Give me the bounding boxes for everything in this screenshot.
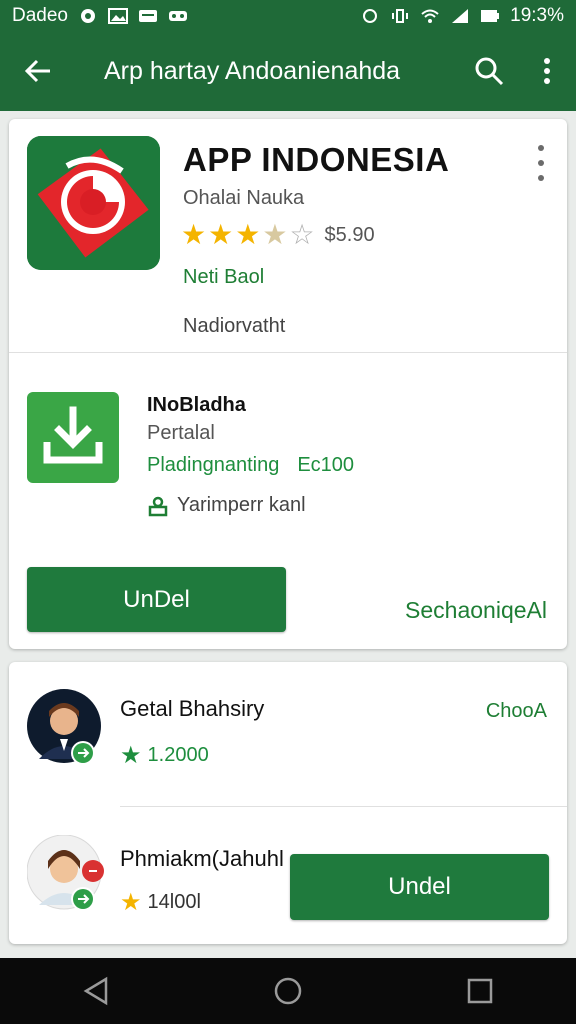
star-half-icon: ★ bbox=[262, 219, 288, 250]
uninstall-button[interactable]: UnDel bbox=[27, 567, 286, 632]
star-icon: ★ bbox=[120, 889, 142, 916]
item-name[interactable]: Phmiakm(Jahuhl bbox=[120, 846, 284, 872]
search-icon bbox=[475, 57, 504, 86]
secondary-action-link[interactable]: SechaoniqeAl bbox=[405, 597, 547, 624]
category-tag[interactable]: Neti Baol bbox=[183, 266, 264, 289]
vibrate-icon bbox=[392, 8, 409, 23]
item-rating: ★ 14l00l bbox=[120, 888, 201, 917]
item-action-link[interactable]: ChooA bbox=[486, 700, 547, 723]
download-icon bbox=[43, 406, 103, 464]
clock: 19:3% bbox=[510, 4, 564, 26]
person-avatar-icon bbox=[27, 689, 101, 765]
alarm-icon bbox=[363, 8, 378, 23]
status-bar: Dadeo 19:3% bbox=[0, 0, 576, 31]
app-name: APP INDONESIA bbox=[183, 141, 450, 178]
developer-name[interactable]: Ohalai Nauka bbox=[183, 187, 304, 210]
item-name[interactable]: Getal Bhahsiry bbox=[120, 696, 264, 722]
gamepad-icon bbox=[169, 10, 187, 21]
star-full-icon: ★ bbox=[181, 219, 207, 250]
signal-icon bbox=[452, 8, 469, 23]
nav-recents-button[interactable] bbox=[450, 961, 510, 1021]
battery-icon bbox=[481, 9, 500, 22]
related-list-card: Getal Bhahsiry ★ 1.2000 ChooA Phmiakm(Ja… bbox=[9, 662, 567, 944]
avatar[interactable] bbox=[27, 689, 101, 765]
triangle-back-icon bbox=[83, 976, 108, 1006]
app-bar: Arp hartay Andoanienahda bbox=[0, 31, 576, 111]
progress-label: Pladingnanting bbox=[147, 454, 280, 476]
rating-row: ★ ★ ★ ★ ☆ $5.90 bbox=[181, 220, 375, 250]
download-tile[interactable] bbox=[27, 392, 119, 483]
card-more-icon[interactable] bbox=[531, 145, 551, 181]
star-empty-icon: ☆ bbox=[289, 219, 315, 250]
app-detail-card: APP INDONESIA Ohalai Nauka ★ ★ ★ ★ ☆ $5.… bbox=[9, 119, 567, 649]
permission-row[interactable]: Yarimperr kanl bbox=[147, 494, 306, 517]
download-progress: Pladingnanting Ec100 bbox=[147, 454, 354, 477]
user-lock-icon bbox=[148, 496, 168, 516]
avatar[interactable] bbox=[26, 834, 104, 911]
star-full-icon: ★ bbox=[208, 219, 234, 250]
divider bbox=[120, 806, 567, 807]
rating-value: 1.2000 bbox=[147, 744, 209, 766]
overflow-menu-button[interactable] bbox=[518, 31, 576, 111]
nav-home-button[interactable] bbox=[258, 961, 318, 1021]
divider bbox=[9, 352, 567, 353]
more-vertical-icon bbox=[544, 58, 550, 84]
star-full-icon: ★ bbox=[235, 219, 261, 250]
progress-value: Ec100 bbox=[297, 454, 355, 476]
download-title: INoBladha bbox=[147, 394, 246, 416]
item-rating: ★ 1.2000 bbox=[120, 741, 209, 770]
notification-icon bbox=[81, 8, 95, 23]
circle-home-icon bbox=[274, 977, 302, 1005]
person-avatar-icon bbox=[26, 834, 104, 911]
content-note: Nadiorvatht bbox=[183, 315, 286, 337]
search-button[interactable] bbox=[460, 31, 518, 111]
app-logo-icon bbox=[27, 136, 160, 270]
arrow-left-icon bbox=[24, 59, 50, 83]
wifi-icon bbox=[421, 9, 439, 23]
system-nav-bar bbox=[0, 958, 576, 1024]
app-logo[interactable] bbox=[27, 136, 160, 270]
rating-value: 14l00l bbox=[147, 891, 201, 913]
square-recents-icon bbox=[467, 978, 493, 1004]
price: $5.90 bbox=[324, 223, 375, 246]
image-icon bbox=[108, 7, 128, 24]
permission-text: Yarimperr kanl bbox=[177, 494, 306, 516]
download-subtitle: Pertalal bbox=[147, 422, 215, 444]
star-icon: ★ bbox=[120, 742, 142, 769]
nav-back-button[interactable] bbox=[66, 961, 126, 1021]
install-button[interactable]: Undel bbox=[290, 854, 549, 920]
message-icon bbox=[139, 9, 157, 22]
carrier-label: Dadeo bbox=[12, 4, 68, 26]
back-button[interactable] bbox=[0, 31, 76, 111]
app-bar-title: Arp hartay Andoanienahda bbox=[104, 56, 401, 85]
